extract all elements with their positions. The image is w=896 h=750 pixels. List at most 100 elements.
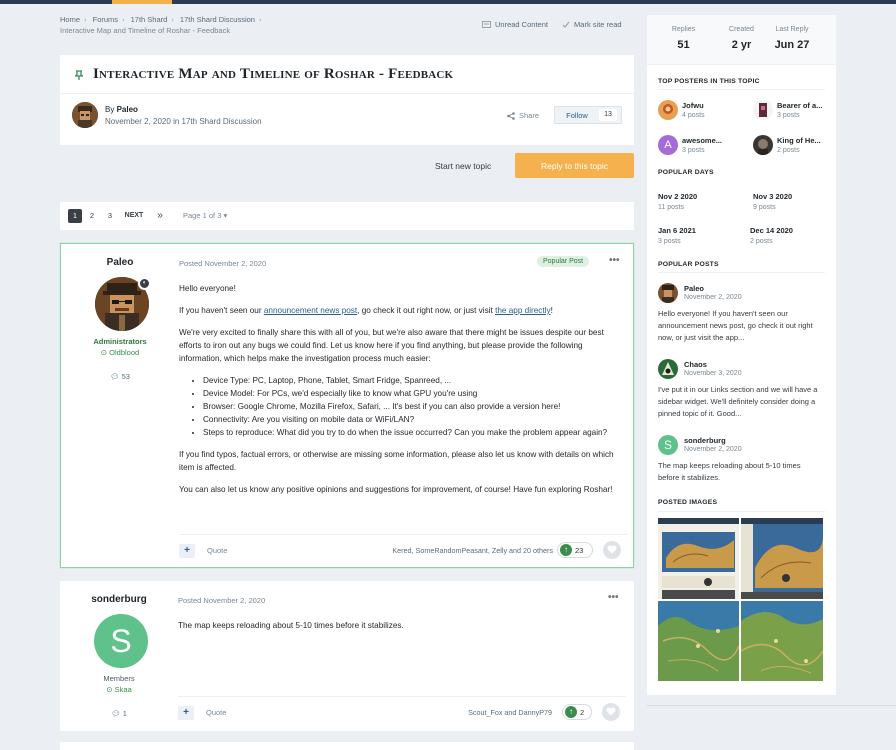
app-link[interactable]: the app directly	[495, 306, 551, 315]
multiquote-button[interactable]: +	[178, 706, 194, 720]
breadcrumb-forums[interactable]: Forums	[93, 15, 118, 24]
reputation-box[interactable]: ↑ 2	[562, 704, 592, 720]
top-poster-count: 4 posts	[682, 112, 705, 119]
more-options-icon[interactable]: •••	[609, 255, 620, 266]
post-content: Hello everyone! If you haven't seen our …	[179, 282, 627, 505]
author-link[interactable]: Paleo	[117, 105, 138, 114]
post-author-name[interactable]: Paleo	[61, 257, 179, 268]
stat-value: Jun 27	[774, 39, 810, 51]
page-jump-dropdown[interactable]: Page 1 of 3 ▾	[183, 209, 243, 223]
breadcrumb-home[interactable]: Home	[60, 15, 80, 24]
posted-image-thumbnail[interactable]	[658, 601, 739, 681]
post-count-value: 1	[122, 709, 127, 718]
unread-content-label: Unread Content	[495, 20, 548, 29]
reply-button[interactable]: Reply to this topic	[515, 153, 634, 178]
avatar[interactable]	[72, 102, 98, 128]
reputation-box[interactable]: ↑ 23	[557, 542, 593, 558]
posted-images-heading: POSTED IMAGES	[658, 499, 718, 506]
author-line: By Paleo	[105, 105, 138, 114]
popular-day[interactable]: Jan 6 2021 3 posts	[658, 226, 743, 245]
breadcrumb-separator: ›	[84, 15, 87, 24]
breadcrumb-17th-shard[interactable]: 17th Shard	[131, 15, 168, 24]
breadcrumb-current: Interactive Map and Timeline of Roshar -…	[60, 26, 231, 35]
start-new-topic-link[interactable]: Start new topic	[435, 161, 491, 171]
announcement-link[interactable]: announcement news post	[264, 306, 357, 315]
avatar: S	[658, 435, 678, 455]
post-author-name[interactable]: sonderburg	[60, 594, 178, 605]
share-button[interactable]: Share	[507, 111, 539, 120]
popular-post-excerpt: Hello everyone! If you haven't seen our …	[658, 309, 813, 342]
popular-post-author: Chaos	[684, 360, 707, 369]
popular-day[interactable]: Dec 14 2020 2 posts	[750, 226, 835, 245]
popular-day[interactable]: Nov 2 2020 11 posts	[658, 192, 743, 211]
post-count[interactable]: 💬︎ 1	[60, 709, 178, 718]
topic-meta: November 2, 2020 in 17th Shard Discussio…	[105, 117, 262, 126]
text-fragment: If you haven't seen our	[179, 306, 264, 315]
reactions-likers[interactable]: Scout_Fox and DannyP79	[468, 708, 552, 717]
in-label: in	[173, 117, 180, 126]
rank-label: Oldblood	[109, 348, 140, 357]
divider	[658, 272, 825, 273]
quote-button[interactable]: Quote	[207, 546, 227, 555]
breadcrumb-17th-shard-discussion[interactable]: 17th Shard Discussion	[180, 15, 255, 24]
breadcrumb-separator: ›	[171, 15, 174, 24]
stat-label: Last Reply	[775, 26, 809, 33]
mark-site-read-link[interactable]: Mark site read	[562, 20, 622, 29]
last-page-button[interactable]: »	[154, 209, 166, 223]
react-heart-button[interactable]	[602, 703, 620, 721]
post-content: The map keeps reloading about 5-10 times…	[178, 619, 626, 641]
reactions-likers[interactable]: Kered, SomeRandomPeasant, Zelly and 20 o…	[392, 546, 553, 555]
react-heart-button[interactable]	[603, 541, 621, 559]
post-paragraph: Hello everyone!	[179, 284, 236, 293]
top-poster-count: 3 posts	[777, 112, 800, 119]
popular-day[interactable]: Nov 3 2020 9 posts	[753, 192, 838, 211]
next-page-button[interactable]: NEXT	[122, 209, 146, 223]
post-count[interactable]: 💬︎ 53	[61, 372, 179, 381]
follow-button[interactable]: Follow 13	[554, 106, 622, 124]
top-poster[interactable]: Jofwu 4 posts	[658, 100, 743, 124]
post-date[interactable]: Posted November 2, 2020	[179, 259, 266, 268]
forum-link[interactable]: 17th Shard Discussion	[182, 117, 262, 126]
top-poster[interactable]: A awesome... 3 posts	[658, 135, 743, 159]
post-paragraph: We're very excited to finally share this…	[179, 328, 604, 363]
page-2-button[interactable]: 2	[86, 209, 98, 223]
page-1-button[interactable]: 1	[68, 209, 82, 223]
popular-post-author: Paleo	[684, 284, 705, 293]
top-poster-count: 3 posts	[682, 147, 705, 154]
stat-label: Replies	[671, 26, 696, 33]
post-date[interactable]: Posted November 2, 2020	[178, 596, 265, 605]
top-poster-name: Jofwu	[682, 101, 704, 110]
mark-site-read-label: Mark site read	[574, 20, 622, 29]
posted-image-thumbnail[interactable]	[658, 518, 739, 599]
post-paragraph: If you find typos, factual errors, or ot…	[179, 450, 614, 472]
top-links: Unread Content Mark site read	[482, 20, 634, 30]
posted-image-thumbnail[interactable]	[741, 601, 823, 681]
topic-stats: Replies 51 Created 2 yr Last Reply Jun 27	[647, 15, 836, 65]
more-options-icon[interactable]: •••	[608, 592, 619, 603]
unread-content-link[interactable]: Unread Content	[482, 20, 548, 29]
text-fragment: !	[550, 306, 553, 315]
user-rank: ⊙ Skaa	[60, 685, 178, 694]
multiquote-button[interactable]: +	[179, 544, 195, 558]
pin-icon	[73, 70, 85, 80]
popular-post-author: sonderburg	[684, 436, 726, 445]
top-poster-count: 2 posts	[777, 147, 800, 154]
popular-day-count: 11 posts	[658, 204, 684, 211]
avatar[interactable]: S	[94, 614, 148, 668]
top-poster[interactable]: Bearer of a... 3 posts	[753, 100, 838, 124]
top-poster[interactable]: King of He... 2 posts	[753, 135, 838, 159]
top-poster-name: awesome...	[682, 136, 723, 145]
top-poster-name: King of He...	[777, 136, 821, 145]
caret-down-icon: ▾	[223, 211, 228, 220]
quote-button[interactable]: Quote	[206, 708, 226, 717]
post-paragraph: The map keeps reloading about 5-10 times…	[178, 621, 404, 630]
avatar	[753, 135, 773, 155]
page-3-button[interactable]: 3	[104, 209, 116, 223]
popular-post-badge: Popular Post	[537, 256, 590, 267]
popular-day-count: 2 posts	[750, 238, 773, 245]
topic-date: November 2, 2020	[105, 117, 171, 126]
divider	[658, 89, 825, 90]
reputation-count: 2	[580, 707, 585, 717]
breadcrumb-separator: ›	[258, 15, 262, 24]
posted-image-thumbnail[interactable]	[741, 518, 823, 599]
